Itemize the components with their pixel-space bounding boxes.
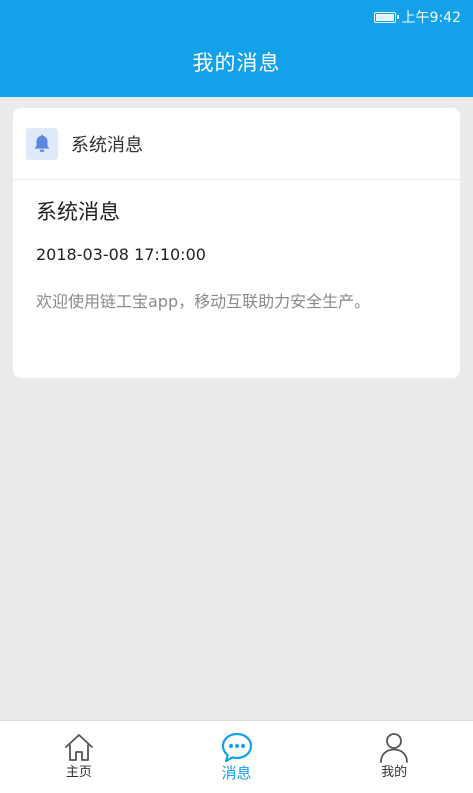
bell-icon bbox=[26, 127, 58, 160]
home-icon bbox=[64, 734, 93, 761]
app-header: 上午9:42 我的消息 bbox=[0, 0, 473, 97]
message-body: 欢迎使用链工宝app，移动互联助力安全生产。 bbox=[36, 292, 371, 311]
battery-icon bbox=[373, 11, 399, 23]
bottom-tab-bar: 主页 消息 我的 bbox=[0, 720, 473, 793]
message-card[interactable]: 系统消息 系统消息 2018-03-08 17:10:00 欢迎使用链工宝app… bbox=[13, 108, 460, 378]
status-time: 上午9:42 bbox=[401, 10, 461, 26]
tab-home-label: 主页 bbox=[65, 765, 92, 780]
message-icon bbox=[221, 732, 252, 763]
page-title: 我的消息 bbox=[192, 51, 281, 75]
tab-messages-label: 消息 bbox=[221, 764, 252, 782]
card-header: 系统消息 bbox=[13, 108, 460, 180]
person-icon bbox=[380, 733, 409, 763]
status-bar: 上午9:42 bbox=[0, 0, 473, 33]
tab-profile[interactable]: 我的 bbox=[315, 721, 473, 793]
message-timestamp: 2018-03-08 17:10:00 bbox=[36, 245, 206, 264]
tab-profile-label: 我的 bbox=[381, 765, 408, 780]
status-right: 上午9:42 bbox=[373, 7, 461, 27]
tab-messages[interactable]: 消息 bbox=[158, 721, 316, 793]
message-title: 系统消息 bbox=[36, 200, 120, 224]
card-header-title: 系统消息 bbox=[71, 134, 143, 156]
tab-home[interactable]: 主页 bbox=[0, 721, 158, 793]
